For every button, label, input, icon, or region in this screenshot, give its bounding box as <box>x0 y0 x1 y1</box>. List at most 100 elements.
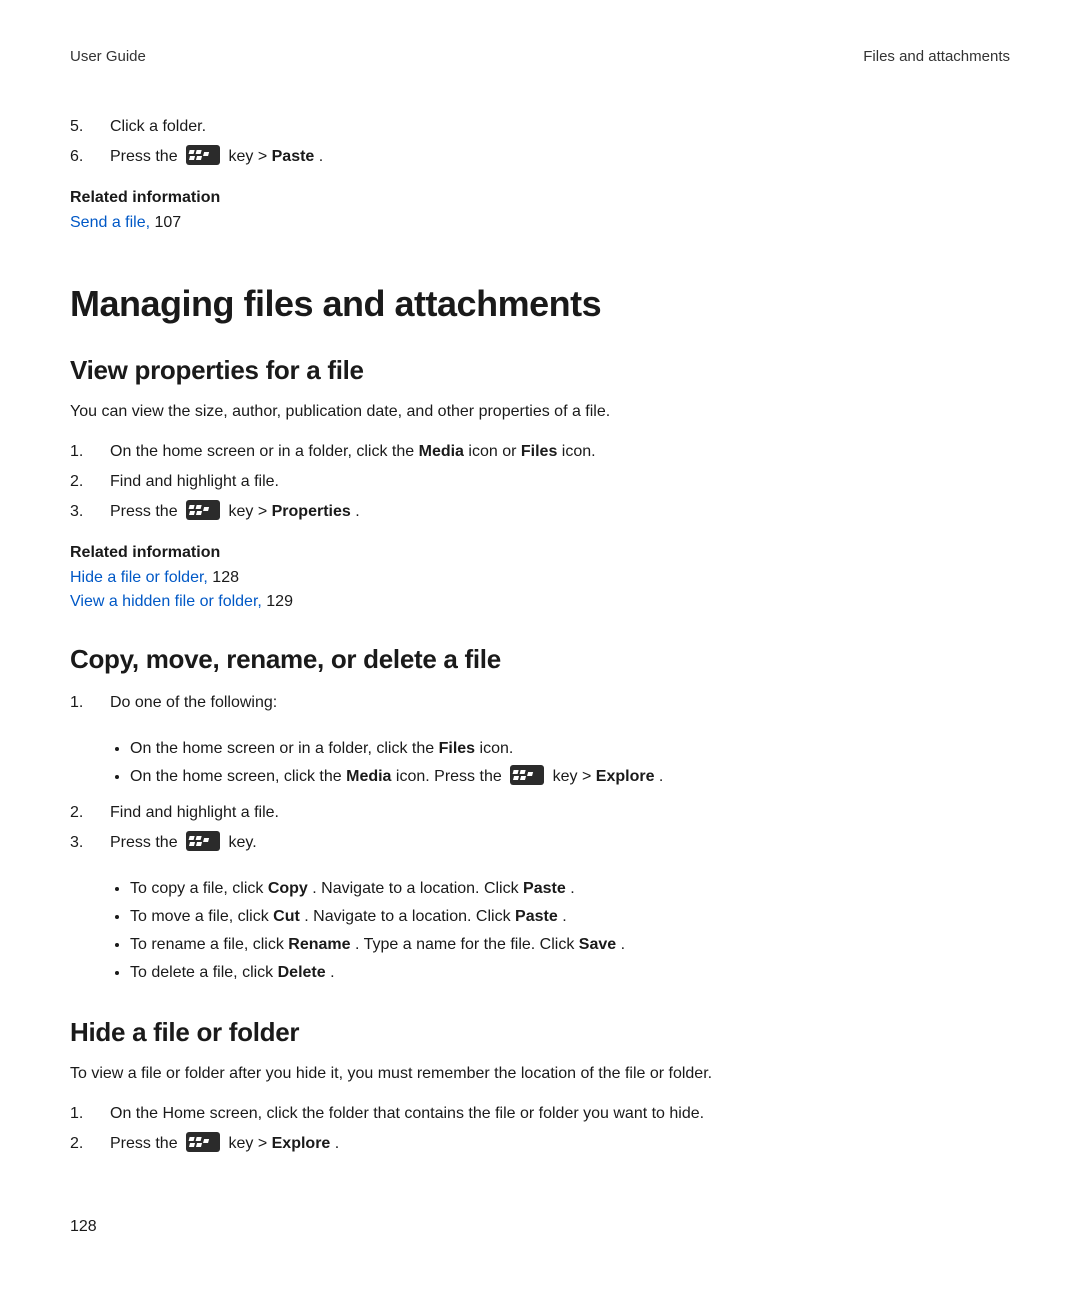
list-item: To delete a file, click Delete . <box>130 959 1010 987</box>
step-number: 2. <box>70 468 110 496</box>
step-6: 6. Press the key > Paste . <box>70 143 1010 171</box>
text-fragment: . <box>562 908 566 925</box>
page-number: 128 <box>70 1218 97 1236</box>
text-fragment: . <box>355 503 359 520</box>
step-number: 1. <box>70 438 110 466</box>
step-5: 5. Click a folder. <box>70 113 1010 141</box>
step-text: Press the key > Paste . <box>110 143 1010 171</box>
text-fragment: icon. Press the <box>396 768 506 785</box>
related-link[interactable]: View a hidden file or folder, <box>70 593 262 610</box>
copy-move-steps-part1: 1. Do one of the following: <box>70 689 1010 717</box>
text-fragment: . Type a name for the file. Click <box>355 936 579 953</box>
text-bold: Paste <box>272 148 315 165</box>
page-title: Managing files and attachments <box>70 283 1010 325</box>
step-number: 2. <box>70 1130 110 1158</box>
text-fragment: To copy a file, click <box>130 880 268 897</box>
step-1: 1. Do one of the following: <box>70 689 1010 717</box>
text-fragment: . Navigate to a location. Click <box>312 880 523 897</box>
text-bold: Cut <box>273 908 300 925</box>
text-fragment: Press the <box>110 1135 182 1152</box>
step-number: 5. <box>70 113 110 141</box>
related-info-heading: Related information <box>70 189 1010 207</box>
text-fragment: Press the <box>110 148 182 165</box>
text-bold: Media <box>346 768 391 785</box>
hide-file-steps: 1. On the Home screen, click the folder … <box>70 1100 1010 1158</box>
step-text: Find and highlight a file. <box>110 468 1010 496</box>
step-number: 6. <box>70 143 110 171</box>
text-bold: Paste <box>523 880 566 897</box>
step-text: Do one of the following: <box>110 689 1010 717</box>
text-fragment: On the home screen, click the <box>130 768 346 785</box>
step-text: Click a folder. <box>110 113 1010 141</box>
top-step-list: 5. Click a folder. 6. Press the key > Pa… <box>70 113 1010 171</box>
step-text: On the home screen or in a folder, click… <box>110 438 1010 466</box>
text-fragment: key. <box>228 834 256 851</box>
text-fragment: On the home screen or in a folder, click… <box>110 443 419 460</box>
text-fragment: key > <box>553 768 596 785</box>
text-fragment: On the home screen or in a folder, click… <box>130 740 439 757</box>
text-fragment: key > <box>228 503 271 520</box>
text-bold: Copy <box>268 880 308 897</box>
related-page: 129 <box>262 593 293 610</box>
related-link[interactable]: Hide a file or folder, <box>70 569 208 586</box>
step-number: 3. <box>70 829 110 857</box>
text-fragment: To move a file, click <box>130 908 273 925</box>
document-page: User Guide Files and attachments 5. Clic… <box>0 0 1080 1296</box>
related-info-line: Hide a file or folder, 128 <box>70 566 1010 590</box>
section-intro: To view a file or folder after you hide … <box>70 1062 1010 1086</box>
page-header: User Guide Files and attachments <box>70 48 1010 65</box>
section-heading-view-properties: View properties for a file <box>70 355 1010 386</box>
step-1: 1. On the Home screen, click the folder … <box>70 1100 1010 1128</box>
text-fragment: To rename a file, click <box>130 936 288 953</box>
text-fragment: key > <box>228 148 271 165</box>
text-bold: Media <box>419 443 464 460</box>
text-fragment: icon. <box>480 740 514 757</box>
text-fragment: To delete a file, click <box>130 964 278 981</box>
related-info-heading: Related information <box>70 544 1010 562</box>
text-bold: Paste <box>515 908 558 925</box>
step-number: 1. <box>70 689 110 717</box>
list-item: On the home screen or in a folder, click… <box>130 735 1010 763</box>
text-fragment: icon. <box>562 443 596 460</box>
text-bold: Properties <box>272 503 351 520</box>
header-right: Files and attachments <box>863 48 1010 65</box>
text-fragment: icon or <box>468 443 520 460</box>
step-3: 3. Press the key > Properties . <box>70 498 1010 526</box>
step-2: 2. Find and highlight a file. <box>70 468 1010 496</box>
copy-move-actions: To copy a file, click Copy . Navigate to… <box>70 875 1010 987</box>
text-fragment: . <box>659 768 663 785</box>
step-text: On the Home screen, click the folder tha… <box>110 1100 1010 1128</box>
blackberry-key-icon <box>186 145 220 165</box>
related-link[interactable]: Send a file, <box>70 214 150 231</box>
step-1: 1. On the home screen or in a folder, cl… <box>70 438 1010 466</box>
related-info-line: View a hidden file or folder, 129 <box>70 590 1010 614</box>
related-page: 128 <box>208 569 239 586</box>
step-number: 1. <box>70 1100 110 1128</box>
text-fragment: Press the <box>110 834 182 851</box>
list-item: To copy a file, click Copy . Navigate to… <box>130 875 1010 903</box>
section-heading-copy-move: Copy, move, rename, or delete a file <box>70 644 1010 675</box>
copy-move-options-1: On the home screen or in a folder, click… <box>70 735 1010 791</box>
text-bold: Files <box>439 740 475 757</box>
text-bold: Files <box>521 443 557 460</box>
related-info-line: Send a file, 107 <box>70 211 1010 235</box>
blackberry-key-icon <box>186 1132 220 1152</box>
step-2: 2. Press the key > Explore . <box>70 1130 1010 1158</box>
text-bold: Save <box>579 936 616 953</box>
list-item: On the home screen, click the Media icon… <box>130 763 1010 791</box>
text-fragment: . Navigate to a location. Click <box>304 908 515 925</box>
copy-move-steps-part2: 2. Find and highlight a file. 3. Press t… <box>70 799 1010 857</box>
text-bold: Delete <box>278 964 326 981</box>
text-fragment: . <box>621 936 625 953</box>
text-bold: Explore <box>596 768 655 785</box>
blackberry-key-icon <box>186 831 220 851</box>
section-intro: You can view the size, author, publicati… <box>70 400 1010 424</box>
text-bold: Rename <box>288 936 350 953</box>
blackberry-key-icon <box>510 765 544 785</box>
list-item: To move a file, click Cut . Navigate to … <box>130 903 1010 931</box>
text-fragment: key > <box>228 1135 271 1152</box>
view-properties-steps: 1. On the home screen or in a folder, cl… <box>70 438 1010 526</box>
step-number: 3. <box>70 498 110 526</box>
list-item: To rename a file, click Rename . Type a … <box>130 931 1010 959</box>
text-bold: Explore <box>272 1135 331 1152</box>
